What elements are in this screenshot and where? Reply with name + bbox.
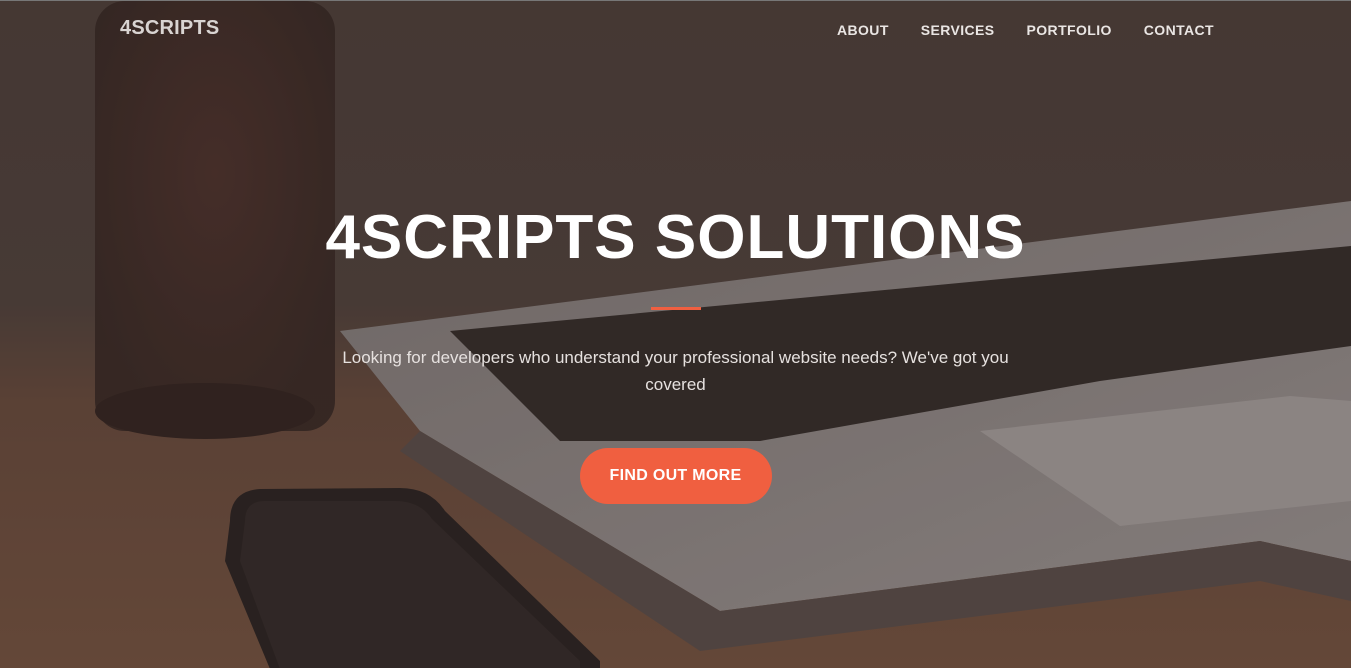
nav-item-about: ABOUT xyxy=(837,22,889,40)
brand-logo[interactable]: 4SCRIPTS xyxy=(120,17,219,40)
nav-link-contact[interactable]: CONTACT xyxy=(1144,22,1214,38)
hero-section: 4SCRIPTS ABOUT SERVICES PORTFOLIO CONTAC… xyxy=(0,0,1351,668)
top-navbar: 4SCRIPTS ABOUT SERVICES PORTFOLIO CONTAC… xyxy=(0,1,1351,57)
hero-subtitle: Looking for developers who understand yo… xyxy=(342,348,1009,394)
nav-item-contact: CONTACT xyxy=(1144,22,1214,40)
hero-title: 4SCRIPTS SOLUTIONS xyxy=(325,203,1026,272)
nav-item-services: SERVICES xyxy=(921,22,995,40)
nav-link-services[interactable]: SERVICES xyxy=(921,22,995,38)
nav-link-portfolio[interactable]: PORTFOLIO xyxy=(1027,22,1112,38)
nav-item-portfolio: PORTFOLIO xyxy=(1027,22,1112,40)
hero-content: 4SCRIPTS SOLUTIONS Looking for developer… xyxy=(300,201,1051,504)
nav-menu: ABOUT SERVICES PORTFOLIO CONTACT xyxy=(837,22,1214,40)
find-out-more-button[interactable]: FIND OUT MORE xyxy=(579,448,772,504)
nav-link-about[interactable]: ABOUT xyxy=(837,22,889,38)
accent-divider xyxy=(650,307,701,310)
